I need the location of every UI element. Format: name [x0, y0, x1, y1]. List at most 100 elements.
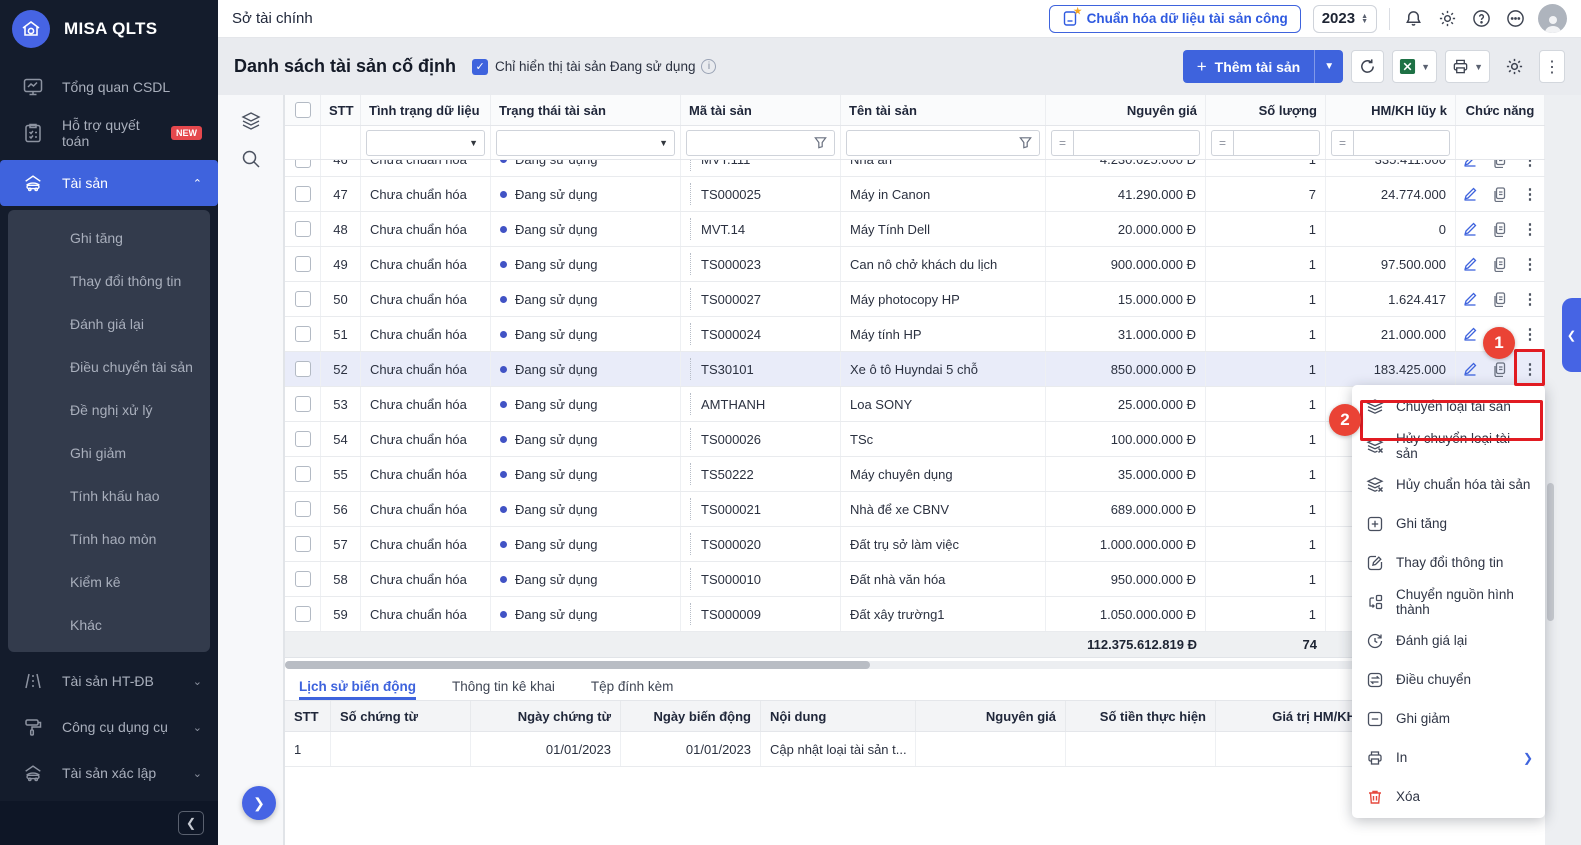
- row-checkbox[interactable]: [295, 396, 311, 412]
- menu-item-hủy-chuẩn-hóa-tài-sản[interactable]: Hủy chuẩn hóa tài sản: [1352, 465, 1545, 504]
- table-row[interactable]: 47 Chưa chuẩn hóa Đang sử dụng TS000025 …: [285, 177, 1545, 212]
- refresh-button[interactable]: [1351, 50, 1384, 83]
- sidebar-item-hỗ-trợ-quyết-toán[interactable]: Hỗ trợ quyết toánNEW: [0, 110, 218, 156]
- menu-item-ghi-giảm[interactable]: Ghi giảm: [1352, 699, 1545, 738]
- row-checkbox[interactable]: [295, 606, 311, 622]
- column-header-0[interactable]: STT: [321, 95, 361, 125]
- filter-number-input[interactable]: [1353, 130, 1450, 156]
- filter-select[interactable]: ▼: [496, 130, 675, 156]
- settings-gear-icon[interactable]: [1436, 8, 1458, 30]
- edit-row-icon[interactable]: [1462, 361, 1479, 378]
- row-checkbox[interactable]: [295, 431, 311, 447]
- menu-item-điều-chuyển[interactable]: Điều chuyển: [1352, 660, 1545, 699]
- standardize-data-button[interactable]: ★ Chuẩn hóa dữ liệu tài sản công: [1049, 5, 1301, 33]
- row-checkbox[interactable]: [295, 186, 311, 202]
- row-more-actions-icon[interactable]: ⋮: [1522, 160, 1539, 168]
- column-header-6[interactable]: Số lượng: [1206, 95, 1326, 125]
- column-header-5[interactable]: Nguyên giá: [1046, 95, 1206, 125]
- column-header-4[interactable]: Tên tài sản: [841, 95, 1046, 125]
- info-icon[interactable]: i: [701, 59, 716, 74]
- submenu-item-khác[interactable]: Khác: [8, 603, 210, 646]
- filter-select[interactable]: ▼: [366, 130, 485, 156]
- row-checkbox[interactable]: [295, 501, 311, 517]
- edit-row-icon[interactable]: [1462, 160, 1479, 168]
- table-row[interactable]: 50 Chưa chuẩn hóa Đang sử dụng TS000027 …: [285, 282, 1545, 317]
- edit-row-icon[interactable]: [1462, 256, 1479, 273]
- duplicate-row-icon[interactable]: [1492, 361, 1509, 378]
- sidebar-item-tài-sản[interactable]: Tài sản⌃: [0, 160, 218, 206]
- print-dropdown-caret[interactable]: ▼: [1474, 62, 1483, 72]
- row-checkbox[interactable]: [295, 326, 311, 342]
- menu-item-chuyển-nguồn-hình-thành[interactable]: Chuyển nguồn hình thành: [1352, 582, 1545, 621]
- row-checkbox[interactable]: [295, 160, 311, 168]
- row-more-actions-icon[interactable]: ⋮: [1522, 256, 1539, 273]
- menu-item-in[interactable]: In❯: [1352, 738, 1545, 777]
- add-asset-dropdown[interactable]: ▼: [1315, 61, 1343, 72]
- column-header-3[interactable]: Mã tài sản: [681, 95, 841, 125]
- menu-item-đánh-giá-lại[interactable]: Đánh giá lại: [1352, 621, 1545, 660]
- filter-equals-operator[interactable]: =: [1211, 130, 1233, 156]
- sidebar-item-tài-sản-xác-lập[interactable]: Tài sản xác lập⌄: [0, 750, 218, 796]
- edit-row-icon[interactable]: [1462, 221, 1479, 238]
- table-row[interactable]: 49 Chưa chuẩn hóa Đang sử dụng TS000023 …: [285, 247, 1545, 282]
- edit-row-icon[interactable]: [1462, 326, 1479, 343]
- filter-equals-operator[interactable]: =: [1051, 130, 1073, 156]
- notifications-bell-icon[interactable]: [1402, 8, 1424, 30]
- submenu-item-đánh-giá-lại[interactable]: Đánh giá lại: [8, 302, 210, 345]
- submenu-item-thay-đổi-thông-tin[interactable]: Thay đổi thông tin: [8, 259, 210, 302]
- funnel-icon[interactable]: [1018, 135, 1033, 150]
- submenu-item-tính-hao-mòn[interactable]: Tính hao mòn: [8, 517, 210, 560]
- submenu-item-ghi-giảm[interactable]: Ghi giảm: [8, 431, 210, 474]
- table-row[interactable]: 52 Chưa chuẩn hóa Đang sử dụng TS30101 X…: [285, 352, 1545, 387]
- more-options-icon[interactable]: [1504, 8, 1526, 30]
- edit-row-icon[interactable]: [1462, 186, 1479, 203]
- column-header-7[interactable]: HM/KH lũy k: [1326, 95, 1456, 125]
- table-row[interactable]: 48 Chưa chuẩn hóa Đang sử dụng MVT.14 Má…: [285, 212, 1545, 247]
- row-more-actions-icon[interactable]: ⋮: [1522, 221, 1539, 238]
- sidebar-collapse-button[interactable]: ❮: [178, 811, 204, 835]
- export-excel-button[interactable]: ▼: [1392, 50, 1437, 83]
- tab-thông-tin-kê-khai[interactable]: Thông tin kê khai: [452, 679, 555, 700]
- column-header-1[interactable]: Tình trạng dữ liệu: [361, 95, 491, 125]
- sidebar-item-tài-sản-ht-đb[interactable]: Tài sản HT-ĐB⌄: [0, 658, 218, 704]
- filter-text-input[interactable]: [846, 130, 1040, 156]
- select-all-checkbox-cell[interactable]: [285, 95, 321, 125]
- menu-item-thay-đổi-thông-tin[interactable]: Thay đổi thông tin: [1352, 543, 1545, 582]
- submenu-item-kiểm-kê[interactable]: Kiểm kê: [8, 560, 210, 603]
- year-selector[interactable]: 2023 ▲▼: [1313, 5, 1377, 33]
- duplicate-row-icon[interactable]: [1492, 160, 1509, 168]
- submenu-item-đề-nghị-xử-lý[interactable]: Đề nghị xử lý: [8, 388, 210, 431]
- select-all-checkbox[interactable]: [295, 102, 311, 118]
- filter-text-input[interactable]: [686, 130, 835, 156]
- column-header-8[interactable]: Chức năng: [1456, 95, 1545, 125]
- tab-lịch-sử-biến-động[interactable]: Lịch sử biến động: [299, 679, 416, 700]
- sidebar-item-tổng-quan-csdl[interactable]: Tổng quan CSDL: [0, 64, 218, 110]
- row-more-actions-icon[interactable]: ⋮: [1522, 326, 1539, 343]
- column-header-2[interactable]: Trạng thái tài sản: [491, 95, 681, 125]
- row-checkbox[interactable]: [295, 571, 311, 587]
- grid-settings-button[interactable]: [1498, 50, 1531, 83]
- submenu-item-ghi-tăng[interactable]: Ghi tăng: [8, 216, 210, 259]
- tab-tệp-đính-kèm[interactable]: Tệp đính kèm: [591, 679, 674, 700]
- row-checkbox[interactable]: [295, 291, 311, 307]
- duplicate-row-icon[interactable]: [1492, 291, 1509, 308]
- help-icon[interactable]: [1470, 8, 1492, 30]
- edit-row-icon[interactable]: [1462, 291, 1479, 308]
- layers-view-icon[interactable]: [239, 109, 263, 133]
- row-more-actions-icon[interactable]: ⋮: [1522, 186, 1539, 203]
- more-actions-button[interactable]: ⋮: [1539, 50, 1565, 83]
- add-asset-button[interactable]: + Thêm tài sản ▼: [1183, 50, 1343, 83]
- vertical-scrollbar[interactable]: [1547, 483, 1554, 621]
- expand-panel-button[interactable]: ❯: [242, 786, 276, 820]
- excel-dropdown-caret[interactable]: ▼: [1421, 62, 1430, 72]
- row-checkbox[interactable]: [295, 466, 311, 482]
- duplicate-row-icon[interactable]: [1492, 186, 1509, 203]
- sidebar-item-công-cụ-dụng-cụ[interactable]: Công cụ dụng cụ⌄: [0, 704, 218, 750]
- row-checkbox[interactable]: [295, 536, 311, 552]
- filter-number-input[interactable]: [1233, 130, 1320, 156]
- submenu-item-điều-chuyển-tài-sản[interactable]: Điều chuyển tài sản: [8, 345, 210, 388]
- duplicate-row-icon[interactable]: [1492, 221, 1509, 238]
- table-row[interactable]: 46 Chưa chuẩn hóa Đang sử dụng MVT.111 N…: [285, 160, 1545, 177]
- filter-equals-operator[interactable]: =: [1331, 130, 1353, 156]
- user-avatar[interactable]: [1538, 4, 1567, 33]
